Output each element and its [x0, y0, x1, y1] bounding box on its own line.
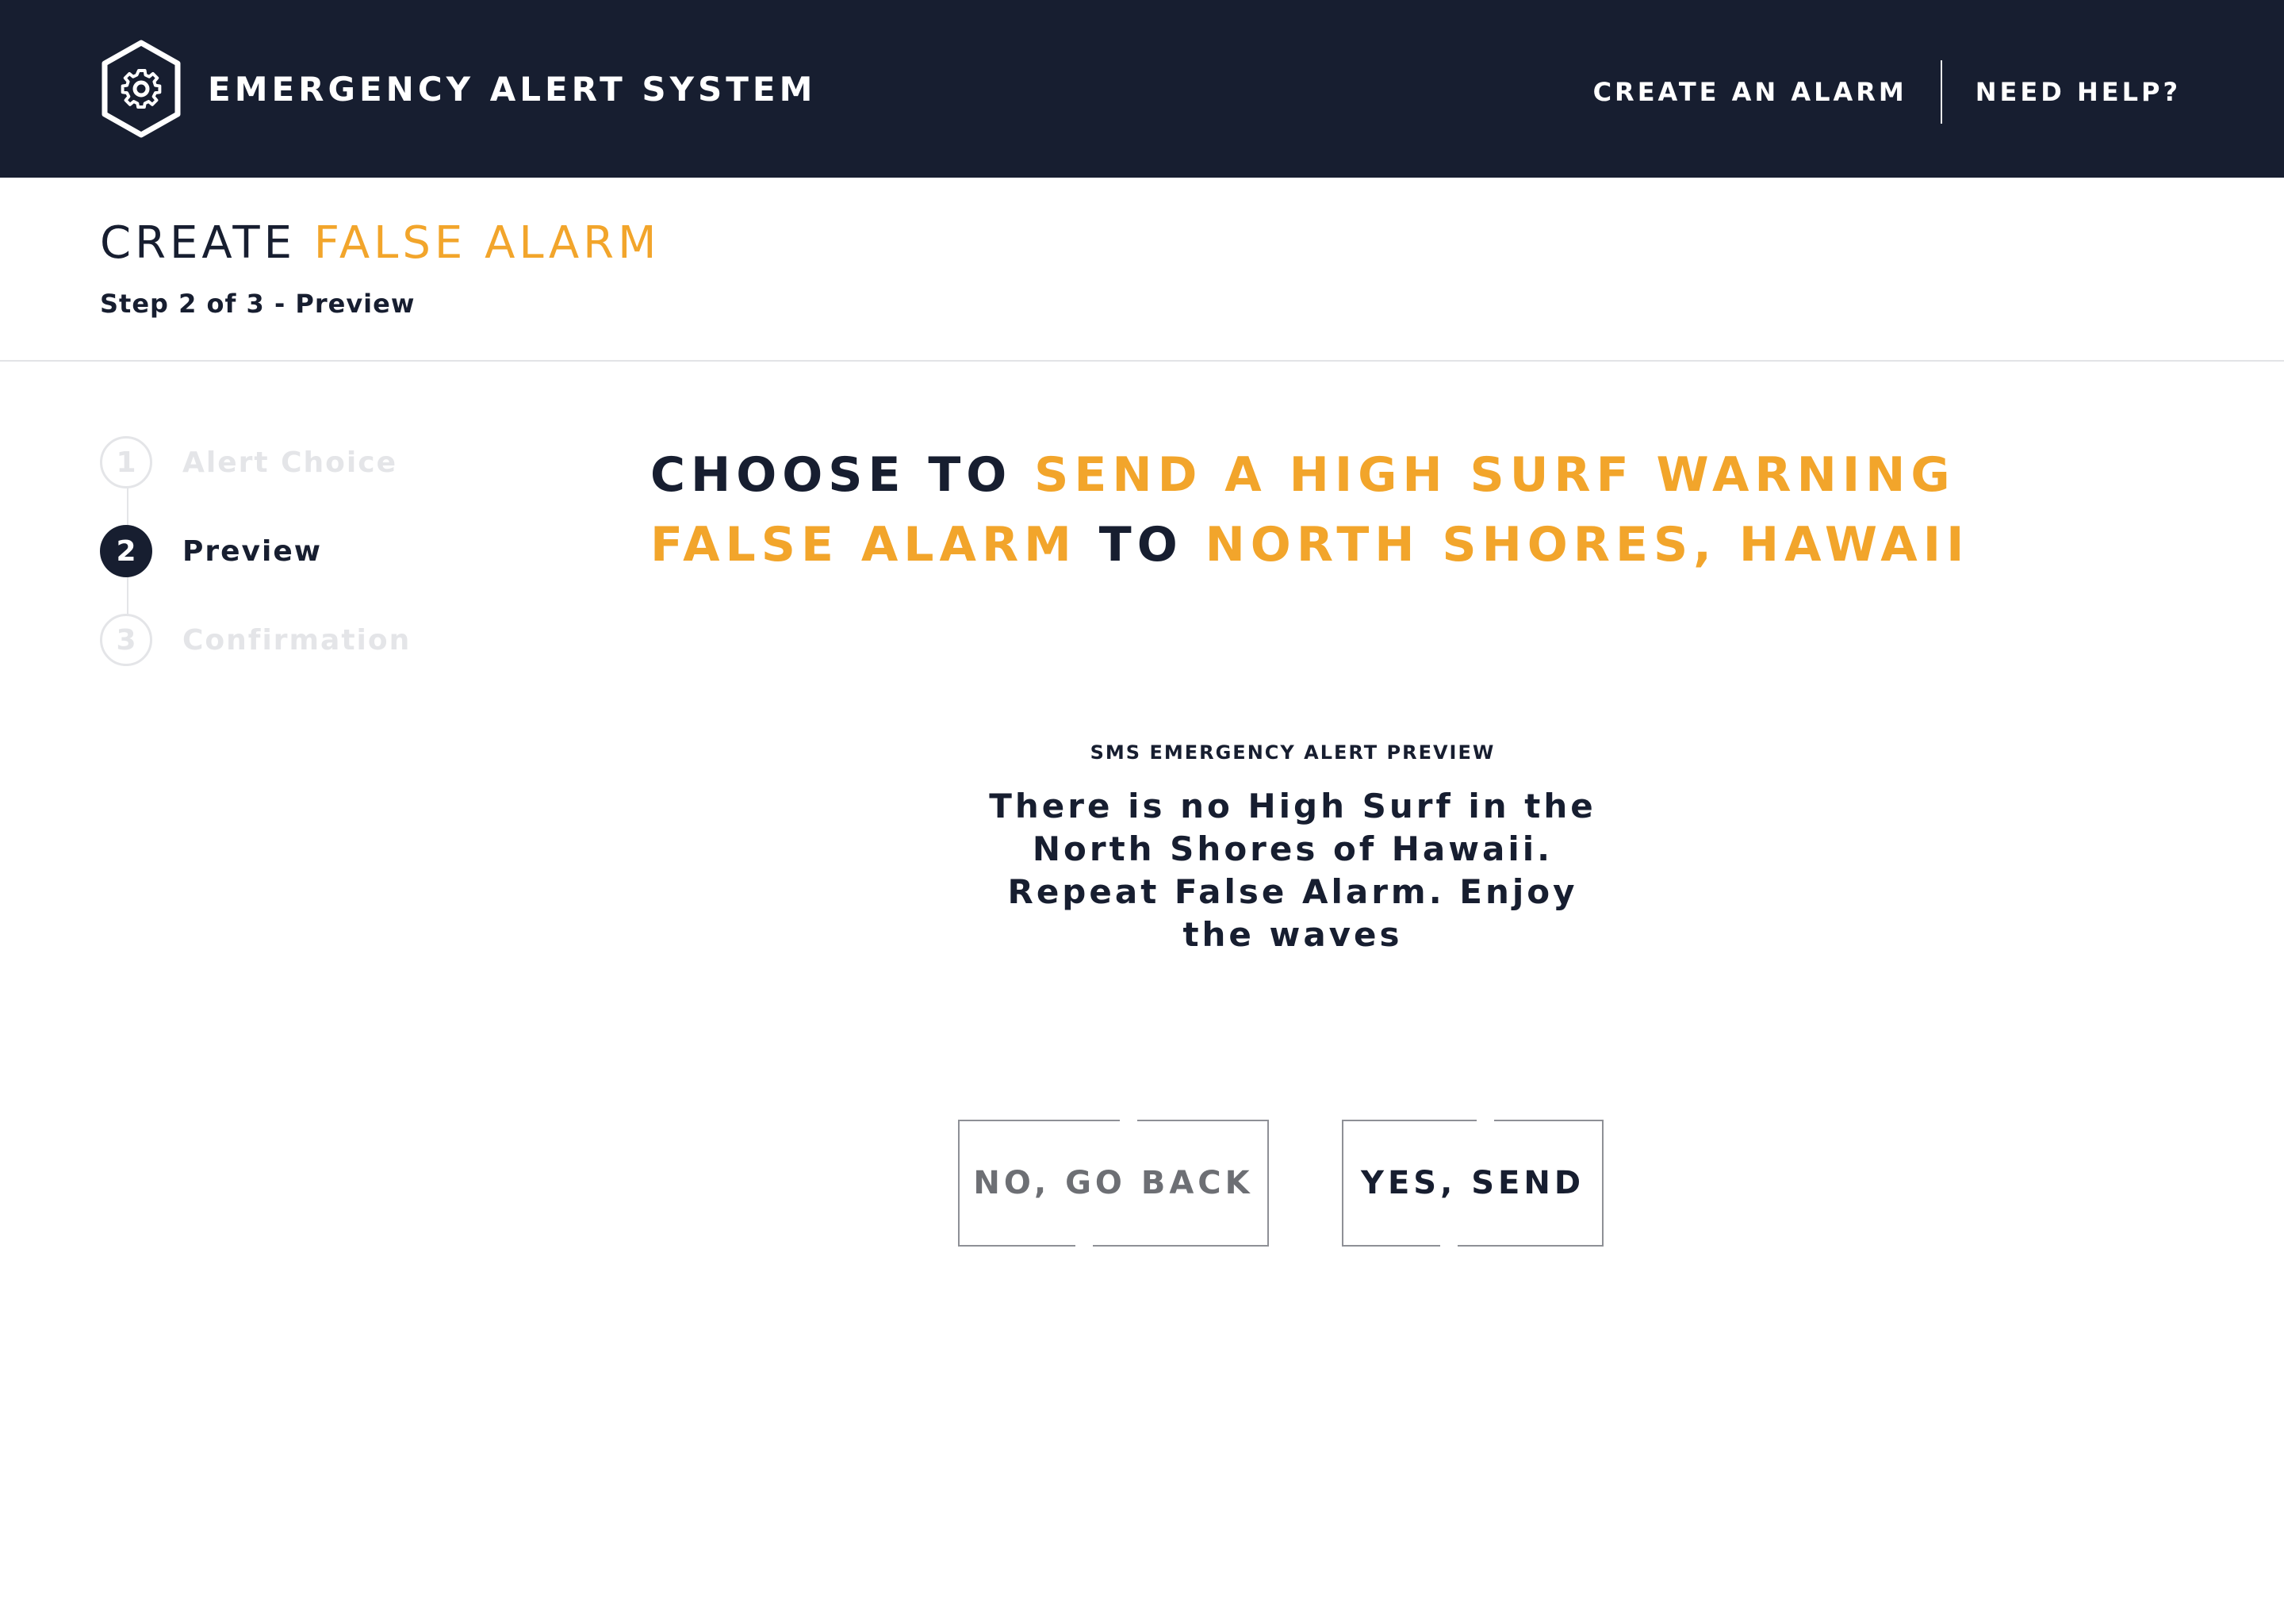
page-title-accent: FALSE ALARM — [313, 217, 661, 269]
nav-divider — [1940, 60, 1942, 124]
send-alert-button[interactable]: YES, SEND — [1342, 1118, 1604, 1248]
step-label-preview: Preview — [182, 534, 323, 568]
header-nav: CREATE AN ALARM NEED HELP? — [1593, 60, 2181, 124]
progress-stepper: 1 Alert Choice 2 Preview 3 Confirmation — [100, 436, 496, 674]
step-number-1: 1 — [100, 436, 152, 488]
sms-preview-label: SMS EMERGENCY ALERT PREVIEW — [1090, 741, 1496, 764]
step-caption: Step 2 of 3 - Preview — [100, 289, 416, 319]
step-preview[interactable]: 2 Preview — [100, 525, 322, 577]
sms-message-line: There is no High Surf in the — [989, 787, 1596, 825]
headline-part-alert-type: SEND A HIGH SURF WARNING — [1034, 447, 1956, 503]
sms-message-line: North Shores of Hawaii. — [1032, 829, 1554, 868]
headline-part-false-alarm: FALSE ALARM — [650, 517, 1077, 573]
step-label-alert-choice: Alert Choice — [182, 446, 397, 479]
need-help-link[interactable]: NEED HELP? — [1976, 77, 2181, 107]
step-label-confirmation: Confirmation — [182, 623, 412, 657]
step-number-3: 3 — [100, 614, 152, 666]
go-back-button[interactable]: NO, GO BACK — [958, 1118, 1269, 1248]
create-alarm-link[interactable]: CREATE AN ALARM — [1593, 77, 1907, 107]
top-navigation-bar: EMERGENCY ALERT SYSTEM CREATE AN ALARM N… — [0, 0, 2284, 178]
shield-gear-icon — [102, 40, 181, 138]
step-confirmation[interactable]: 3 Confirmation — [100, 614, 411, 666]
brand[interactable]: EMERGENCY ALERT SYSTEM — [100, 40, 816, 138]
page-title-prefix: CREATE — [100, 217, 296, 269]
step-alert-choice[interactable]: 1 Alert Choice — [100, 436, 397, 488]
headline-part-choose: CHOOSE TO — [650, 447, 1013, 503]
headline-part-to: TO — [1098, 517, 1183, 573]
app-title: EMERGENCY ALERT SYSTEM — [208, 69, 817, 109]
sms-message-line: the waves — [1182, 915, 1403, 954]
page-title: CREATE FALSE ALARM — [100, 217, 660, 269]
confirmation-headline: CHOOSE TO SEND A HIGH SURF WARNING FALSE… — [650, 440, 1964, 580]
step-number-2: 2 — [100, 525, 152, 577]
sms-preview-message: There is no High Surf in the North Shore… — [975, 785, 1610, 956]
sms-message-line: Repeat False Alarm. Enjoy — [1007, 872, 1578, 911]
headline-part-location: NORTH SHORES, HAWAII — [1205, 517, 1970, 573]
page-heading: CREATE FALSE ALARM Step 2 of 3 - Preview — [0, 178, 2284, 362]
